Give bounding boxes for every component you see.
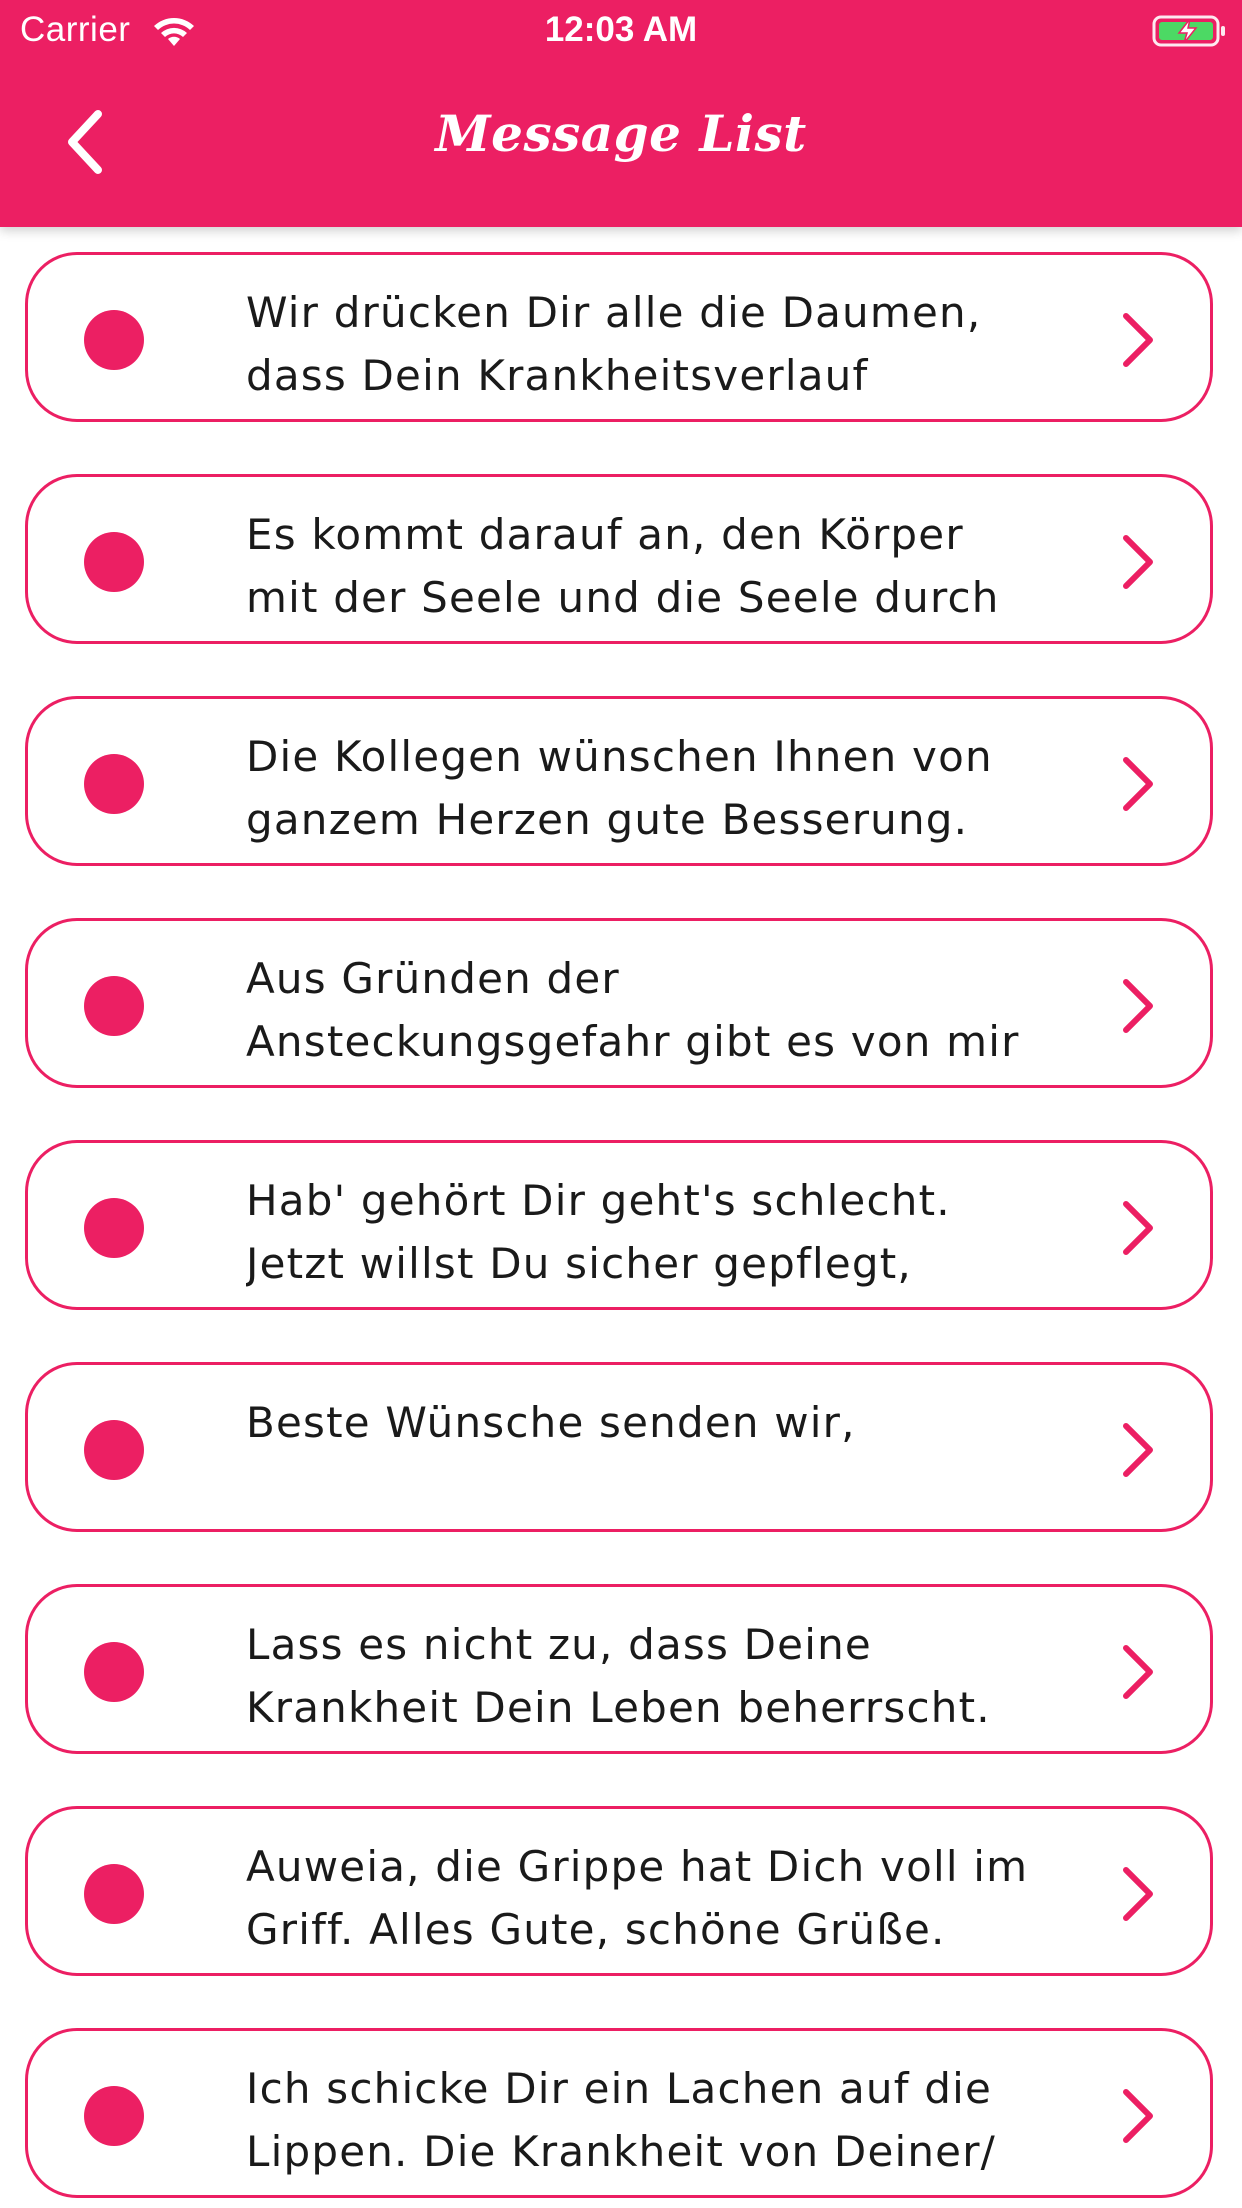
message-text: Ich schicke Dir ein Lachen auf die Lippe… — [246, 2064, 997, 2176]
chevron-right-icon — [1123, 1867, 1153, 1921]
navigation-bar: Message List — [0, 62, 1242, 227]
message-card[interactable]: Beste Wünsche senden wir, — [25, 1362, 1213, 1532]
message-text: Hab' gehört Dir geht's schlecht. Jetzt w… — [246, 1176, 951, 1288]
battery-charging-icon — [1152, 15, 1225, 47]
chevron-right-icon — [1123, 757, 1153, 811]
chevron-right-icon — [1123, 2089, 1153, 2143]
status-bar: Carrier 12:03 AM — [0, 0, 1242, 62]
app-header: Carrier 12:03 AM Message List — [0, 0, 1242, 227]
message-text: Die Kollegen wünschen Ihnen von ganzem H… — [246, 732, 993, 844]
chevron-right-icon — [1123, 1201, 1153, 1255]
message-text: Aus Gründen der Ansteckungsgefahr gibt e… — [246, 954, 1020, 1066]
bullet-dot-icon — [84, 1642, 144, 1702]
chevron-right-icon — [1123, 535, 1153, 589]
bullet-dot-icon — [84, 1198, 144, 1258]
bullet-dot-icon — [84, 310, 144, 370]
chevron-right-icon — [1123, 1423, 1153, 1477]
message-card[interactable]: Hab' gehört Dir geht's schlecht. Jetzt w… — [25, 1140, 1213, 1310]
message-card[interactable]: Auweia, die Grippe hat Dich voll im Grif… — [25, 1806, 1213, 1976]
chevron-right-icon — [1123, 979, 1153, 1033]
message-card[interactable]: Es kommt darauf an, den Körper mit der S… — [25, 474, 1213, 644]
message-text: Wir drücken Dir alle die Daumen, dass De… — [246, 288, 982, 400]
message-card[interactable]: Wir drücken Dir alle die Daumen, dass De… — [25, 252, 1213, 422]
message-text: Lass es nicht zu, dass Deine Krankheit D… — [246, 1620, 991, 1732]
bullet-dot-icon — [84, 1420, 144, 1480]
bullet-dot-icon — [84, 2086, 144, 2146]
message-card[interactable]: Ich schicke Dir ein Lachen auf die Lippe… — [25, 2028, 1213, 2198]
bullet-dot-icon — [84, 754, 144, 814]
status-time: 12:03 AM — [544, 10, 698, 49]
bullet-dot-icon — [84, 532, 144, 592]
message-card[interactable]: Lass es nicht zu, dass Deine Krankheit D… — [25, 1584, 1213, 1754]
message-text: Auweia, die Grippe hat Dich voll im Grif… — [246, 1842, 1029, 1954]
bullet-dot-icon — [84, 1864, 144, 1924]
message-card[interactable]: Die Kollegen wünschen Ihnen von ganzem H… — [25, 696, 1213, 866]
message-text: Es kommt darauf an, den Körper mit der S… — [246, 510, 1000, 622]
bullet-dot-icon — [84, 976, 144, 1036]
chevron-right-icon — [1123, 1645, 1153, 1699]
message-text: Beste Wünsche senden wir, — [246, 1398, 856, 1447]
chevron-right-icon — [1123, 313, 1153, 367]
page-title: Message List — [435, 104, 807, 163]
message-card[interactable]: Aus Gründen der Ansteckungsgefahr gibt e… — [25, 918, 1213, 1088]
